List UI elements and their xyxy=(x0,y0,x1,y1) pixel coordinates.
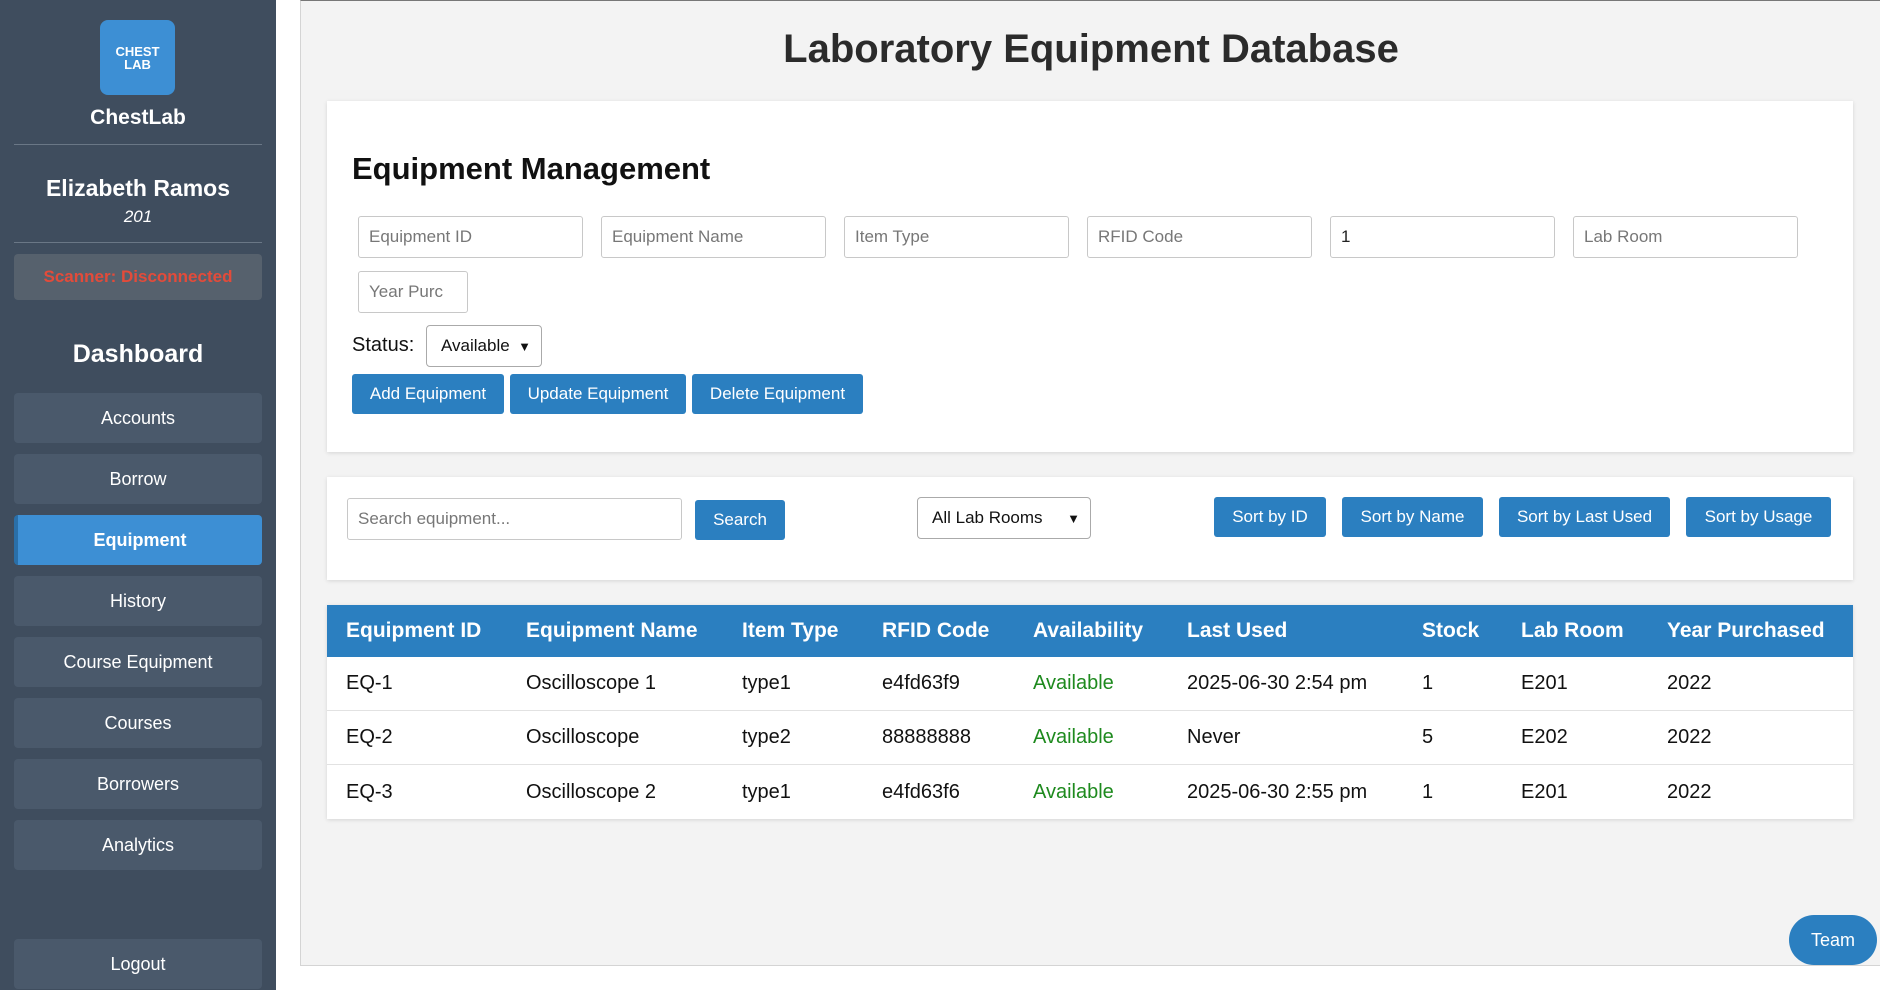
search-input[interactable] xyxy=(347,498,682,540)
cell-equipment-id: EQ-3 xyxy=(346,780,393,803)
column-header[interactable]: Stock xyxy=(1422,605,1479,657)
column-header[interactable]: Lab Room xyxy=(1521,605,1624,657)
cell-equipment-id: EQ-1 xyxy=(346,672,393,694)
rfid-code-field[interactable] xyxy=(1087,216,1312,258)
column-header[interactable]: Equipment Name xyxy=(526,605,698,657)
cell-rfid-code: 88888888 xyxy=(882,726,971,748)
search-card: Search All Lab Rooms ▼ Sort by ID Sort b… xyxy=(327,477,1853,580)
chestlab-logo: CHEST LAB xyxy=(100,20,175,95)
cell-lab-room: E201 xyxy=(1521,672,1568,694)
column-header[interactable]: Year Purchased xyxy=(1667,605,1825,657)
scanner-status: Scanner: Disconnected xyxy=(14,254,262,300)
stock-field[interactable] xyxy=(1330,216,1555,258)
table-header: Equipment ID Equipment Name Item Type RF… xyxy=(327,605,1853,657)
column-header[interactable]: RFID Code xyxy=(882,605,989,657)
column-header[interactable]: Last Used xyxy=(1187,605,1287,657)
cell-availability: Available xyxy=(1033,780,1114,803)
column-header[interactable]: Item Type xyxy=(742,605,838,657)
sort-by-last-used-button[interactable]: Sort by Last Used xyxy=(1499,497,1670,537)
cell-lab-room: E202 xyxy=(1521,726,1568,748)
equipment-id-field[interactable] xyxy=(358,216,583,258)
sort-by-name-button[interactable]: Sort by Name xyxy=(1342,497,1483,537)
sidebar-item-borrow[interactable]: Borrow xyxy=(14,454,262,504)
equipment-table: Equipment ID Equipment Name Item Type RF… xyxy=(327,605,1853,819)
logout-button[interactable]: Logout xyxy=(14,939,262,989)
item-type-field[interactable] xyxy=(844,216,1069,258)
cell-last-used: Never xyxy=(1187,726,1241,748)
equipment-name-field[interactable] xyxy=(601,216,826,258)
management-title: Equipment Management xyxy=(352,151,711,186)
cell-item-type: type1 xyxy=(742,780,791,803)
status-select-value: Available xyxy=(441,336,510,355)
sort-by-id-button[interactable]: Sort by ID xyxy=(1214,497,1326,537)
sidebar-divider xyxy=(14,242,262,243)
sidebar-item-course-equipment[interactable]: Course Equipment xyxy=(14,637,262,687)
lab-room-field[interactable] xyxy=(1573,216,1798,258)
cell-last-used: 2025-06-30 2:55 pm xyxy=(1187,780,1368,803)
user-id: 201 xyxy=(123,207,153,226)
user-name: Elizabeth Ramos xyxy=(45,175,231,201)
year-purchased-field[interactable] xyxy=(358,271,468,313)
delete-equipment-button[interactable]: Delete Equipment xyxy=(692,374,863,414)
cell-year-purchased: 2022 xyxy=(1667,780,1712,803)
team-button[interactable]: Team xyxy=(1789,915,1877,965)
cell-rfid-code: e4fd63f9 xyxy=(882,672,960,694)
cell-equipment-name: Oscilloscope 2 xyxy=(526,780,657,803)
cell-equipment-id: EQ-2 xyxy=(346,726,393,748)
sidebar-item-equipment[interactable]: Equipment xyxy=(14,515,262,565)
cell-stock: 5 xyxy=(1422,726,1434,748)
logout-label: Logout xyxy=(110,953,166,974)
chevron-down-icon: ▼ xyxy=(1067,510,1080,526)
cell-stock: 1 xyxy=(1422,780,1434,803)
sidebar: CHEST LAB ChestLab Elizabeth Ramos 201 Sc… xyxy=(0,0,276,990)
sidebar-item-label: Analytics xyxy=(101,834,175,855)
logo-text-line2: LAB xyxy=(124,56,151,72)
cell-last-used: 2025-06-30 2:54 pm xyxy=(1187,672,1368,694)
cell-item-type: type2 xyxy=(742,726,791,748)
sidebar-item-courses[interactable]: Courses xyxy=(14,698,262,748)
brand-name: ChestLab xyxy=(90,106,186,129)
page-title: Laboratory Equipment Database xyxy=(783,27,1399,71)
sidebar-item-analytics[interactable]: Analytics xyxy=(14,820,262,870)
update-equipment-button[interactable]: Update Equipment xyxy=(510,374,686,414)
sidebar-item-label: Borrowers xyxy=(96,773,180,794)
sidebar-item-label: Course Equipment xyxy=(63,651,213,672)
cell-equipment-name: Oscilloscope xyxy=(526,726,640,748)
sidebar-item-label: Courses xyxy=(104,712,172,733)
cell-lab-room: E201 xyxy=(1521,780,1568,803)
sidebar-divider xyxy=(14,144,262,145)
column-header[interactable]: Availability xyxy=(1033,605,1143,657)
cell-stock: 1 xyxy=(1422,672,1434,694)
status-label: Status: xyxy=(352,334,415,356)
main-content: Laboratory Equipment Database Equipment … xyxy=(300,0,1880,966)
sidebar-item-label: Accounts xyxy=(100,407,176,428)
lab-room-filter-select[interactable]: All Lab Rooms ▼ xyxy=(917,497,1091,539)
cell-item-type: type1 xyxy=(742,672,791,694)
cell-rfid-code: e4fd63f6 xyxy=(882,780,960,803)
sidebar-item-borrowers[interactable]: Borrowers xyxy=(14,759,262,809)
column-header[interactable]: Equipment ID xyxy=(346,605,481,657)
dashboard-title: Dashboard xyxy=(72,340,204,368)
sidebar-item-history[interactable]: History xyxy=(14,576,262,626)
cell-availability: Available xyxy=(1033,726,1114,748)
sort-by-usage-button[interactable]: Sort by Usage xyxy=(1686,497,1831,537)
sidebar-item-accounts[interactable]: Accounts xyxy=(14,393,262,443)
add-equipment-button[interactable]: Add Equipment xyxy=(352,374,504,414)
table-row[interactable]: EQ-3 Oscilloscope 2 type1 e4fd63f6 Avail… xyxy=(327,765,1853,819)
status-select[interactable]: Available ▼ xyxy=(426,325,542,367)
sidebar-item-label: Borrow xyxy=(109,468,167,489)
lab-room-filter-value: All Lab Rooms xyxy=(932,508,1043,527)
sidebar-item-label: Equipment xyxy=(93,529,187,550)
cell-year-purchased: 2022 xyxy=(1667,726,1712,748)
table-row[interactable]: EQ-2 Oscilloscope type2 88888888 Availab… xyxy=(327,711,1853,765)
sidebar-item-label: History xyxy=(109,590,166,611)
equipment-management-card: Equipment Management Status: Available ▼… xyxy=(327,101,1853,452)
cell-year-purchased: 2022 xyxy=(1667,672,1712,694)
table-row[interactable]: EQ-1 Oscilloscope 1 type1 e4fd63f9 Avail… xyxy=(327,657,1853,711)
chevron-down-icon: ▼ xyxy=(518,338,531,354)
cell-availability: Available xyxy=(1033,672,1114,694)
cell-equipment-name: Oscilloscope 1 xyxy=(526,672,657,694)
search-button[interactable]: Search xyxy=(695,500,785,540)
